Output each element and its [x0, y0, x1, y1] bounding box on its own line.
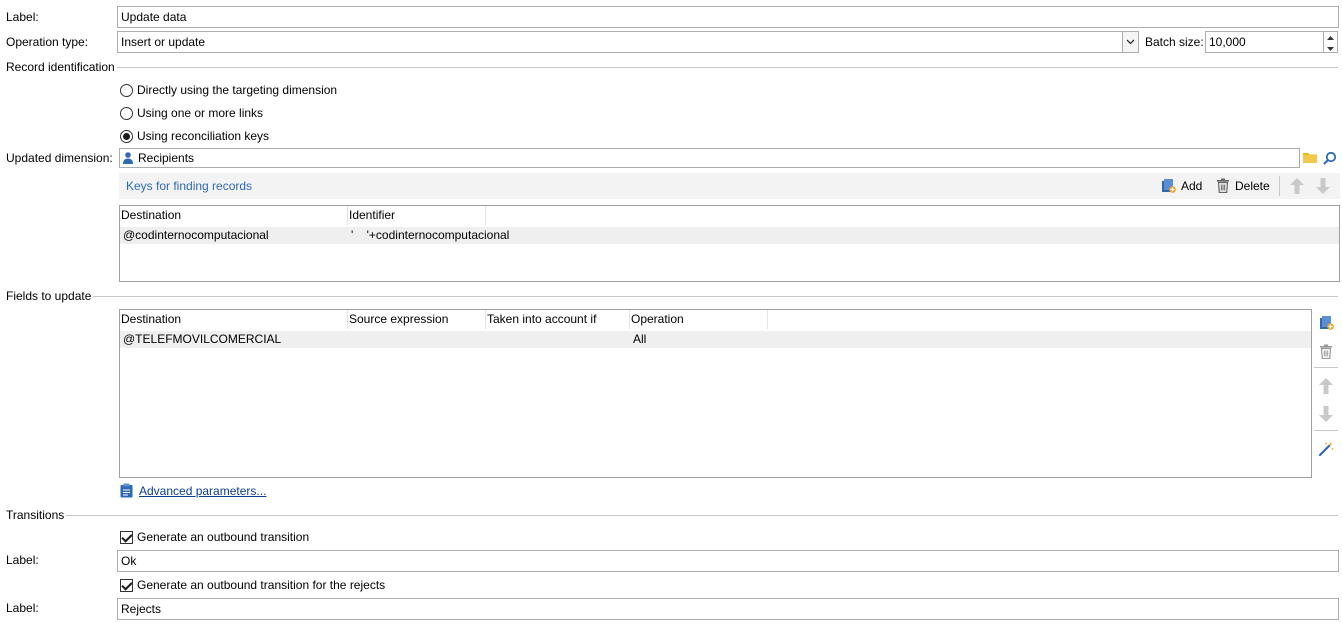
add-icon — [1161, 178, 1176, 193]
radio-button-selected[interactable] — [120, 129, 133, 143]
toolbar-separator — [1279, 176, 1280, 196]
radio-option-links[interactable]: Using one or more links — [120, 105, 263, 121]
fields-to-update-title: Fields to update — [6, 289, 94, 303]
batch-size-stepper[interactable] — [1323, 32, 1337, 52]
radio-label: Using reconciliation keys — [137, 129, 270, 143]
batch-size-value: 10,000 — [1209, 35, 1246, 49]
arrow-up-icon — [1319, 378, 1333, 394]
radio-label: Using one or more links — [137, 106, 264, 120]
section-divider — [6, 67, 1338, 68]
label-input[interactable]: Update data — [117, 6, 1339, 28]
cell-operation: All — [633, 332, 647, 346]
arrow-up-icon[interactable] — [1290, 178, 1304, 197]
delete-label: Delete — [1235, 178, 1270, 193]
section-divider — [6, 515, 1338, 516]
delete-field-button[interactable] — [1316, 341, 1336, 361]
table-row[interactable]: @codinternocomputacional ' '+codinternoc… — [120, 227, 1339, 244]
radio-button[interactable] — [120, 106, 133, 120]
add-field-button[interactable] — [1316, 312, 1336, 332]
clipboard-icon — [120, 483, 133, 498]
section-divider — [6, 296, 1338, 297]
radio-option-reconciliation-keys[interactable]: Using reconciliation keys — [120, 128, 269, 144]
add-label: Add — [1181, 178, 1203, 193]
updated-dimension-caption: Updated dimension: — [6, 151, 113, 165]
operation-type-select[interactable]: Insert or update — [117, 31, 1139, 53]
stepper-up-icon[interactable] — [1324, 32, 1337, 43]
advanced-parameters-link-row[interactable]: Advanced parameters... — [120, 483, 266, 498]
fields-grid-header: Destination Source expression Taken into… — [120, 310, 768, 329]
chevron-down-icon[interactable] — [1122, 32, 1138, 52]
cell-source-expression — [348, 331, 486, 348]
outbound-label-caption: Label: — [6, 553, 39, 567]
outbound-transition-label: Generate an outbound transition — [137, 530, 310, 544]
toolbar-separator — [1314, 367, 1338, 368]
cell-destination: @codinternocomputacional — [123, 228, 269, 242]
fields-grid[interactable]: Destination Source expression Taken into… — [119, 309, 1312, 478]
column-header-source-expression[interactable]: Source expression — [348, 310, 486, 329]
stepper-down-icon[interactable] — [1324, 43, 1337, 52]
column-header-identifier[interactable]: Identifier — [348, 206, 486, 225]
add-icon — [1319, 315, 1334, 330]
label-caption: Label: — [6, 10, 39, 24]
operation-type-caption: Operation type: — [6, 35, 89, 49]
search-icon[interactable] — [1323, 151, 1337, 168]
cell-destination: @TELEFMOVILCOMERCIAL — [123, 332, 282, 346]
transitions-title: Transitions — [6, 508, 67, 522]
rejects-transition-label: Generate an outbound transition for the … — [137, 578, 386, 592]
arrow-down-icon[interactable] — [1316, 178, 1330, 197]
keys-grid-header: Destination Identifier — [120, 206, 486, 225]
keys-toolbar — [119, 173, 1340, 199]
cell-condition — [486, 331, 630, 348]
trash-icon — [1319, 344, 1333, 359]
outbound-transition-checkbox[interactable] — [120, 530, 133, 544]
outbound-transition-checkbox-row[interactable]: Generate an outbound transition — [120, 529, 309, 545]
move-down-button[interactable] — [1316, 404, 1336, 424]
table-row[interactable]: @TELEFMOVILCOMERCIAL All — [120, 331, 1311, 348]
operation-type-value: Insert or update — [121, 35, 206, 49]
trash-icon — [1216, 178, 1230, 193]
rejects-label-caption: Label: — [6, 601, 39, 615]
user-icon — [123, 152, 133, 164]
column-header-operation[interactable]: Operation — [630, 310, 768, 329]
updated-dimension-value: Recipients — [138, 151, 195, 165]
updated-dimension-field[interactable]: Recipients — [119, 148, 1300, 168]
column-header-condition[interactable]: Taken into account if — [486, 310, 630, 329]
keys-title: Keys for finding records — [126, 179, 253, 193]
rejects-label-input[interactable]: Rejects — [117, 598, 1339, 620]
rejects-transition-checkbox[interactable] — [120, 578, 133, 592]
advanced-parameters-link[interactable]: Advanced parameters... — [139, 484, 266, 498]
column-header-destination[interactable]: Destination — [120, 206, 348, 225]
folder-icon[interactable] — [1303, 151, 1317, 166]
batch-size-caption: Batch size: — [1145, 35, 1204, 49]
move-up-button[interactable] — [1316, 376, 1336, 396]
toolbar-separator — [1314, 430, 1338, 431]
rejects-transition-checkbox-row[interactable]: Generate an outbound transition for the … — [120, 577, 385, 593]
radio-button[interactable] — [120, 83, 133, 97]
delete-key-button[interactable]: Delete — [1216, 178, 1270, 193]
cell-identifier: ' '+codinternocomputacional — [351, 228, 510, 242]
add-key-button[interactable]: Add — [1161, 178, 1202, 193]
magic-wand-icon — [1318, 441, 1334, 457]
expression-wizard-button[interactable] — [1316, 439, 1336, 459]
record-identification-title: Record identification — [6, 60, 117, 74]
batch-size-input[interactable]: 10,000 — [1205, 31, 1338, 53]
column-header-destination[interactable]: Destination — [120, 310, 348, 329]
outbound-label-input[interactable]: Ok — [117, 550, 1339, 572]
keys-grid[interactable]: Destination Identifier @codinternocomput… — [119, 205, 1340, 282]
radio-label: Directly using the targeting dimension — [137, 83, 338, 97]
arrow-down-icon — [1319, 406, 1333, 422]
radio-option-direct[interactable]: Directly using the targeting dimension — [120, 82, 337, 98]
